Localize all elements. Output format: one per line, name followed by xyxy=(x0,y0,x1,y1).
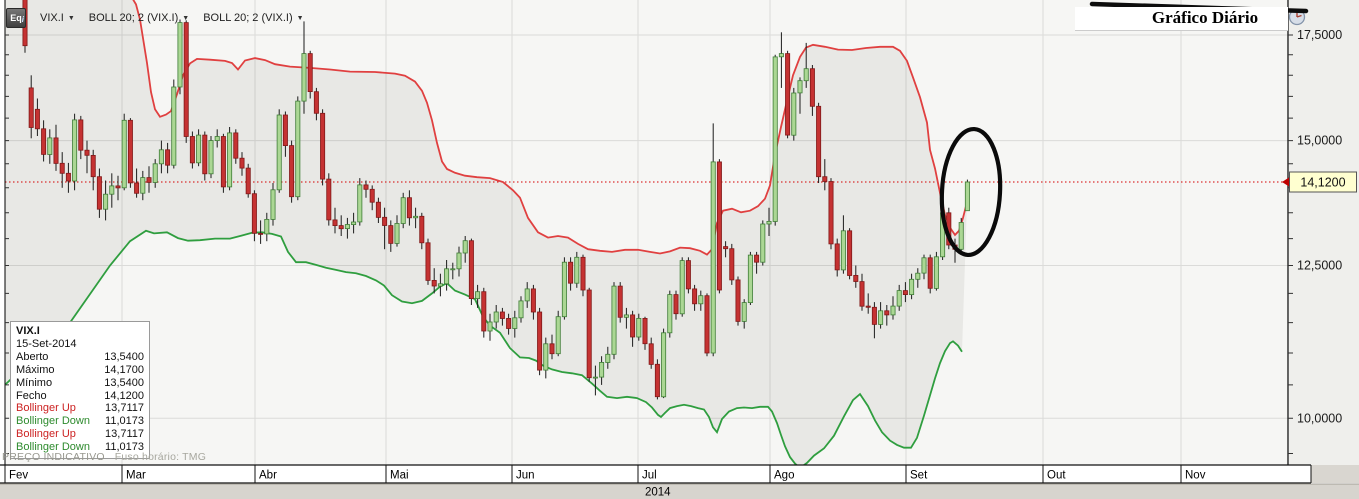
page-title: Gráfico Diário xyxy=(1151,8,1259,27)
y-axis-label: 12,5000 xyxy=(1297,259,1342,273)
tooltip-row: Mínimo 13,5400 xyxy=(16,376,144,389)
instrument-label: VIX.I xyxy=(40,12,64,24)
y-axis-label: 10,0000 xyxy=(1297,411,1342,425)
chevron-down-icon: ▼ xyxy=(182,14,190,22)
svg-text:14,1200: 14,1200 xyxy=(1300,176,1345,190)
tooltip-row: Fecho 14,1200 xyxy=(16,389,144,402)
chart-window: 17,5000 15,0000 12,5000 10,0000 Fev Mar Abr Mai… xyxy=(0,0,1359,499)
y-axis-label: 17,5000 xyxy=(1297,28,1342,42)
tooltip-rows: Aberto 13,5400 Máximo 14,1700 Mínimo 13,5400 F… xyxy=(16,351,144,454)
month-label: Out xyxy=(1047,470,1066,482)
month-label: Jun xyxy=(516,470,535,482)
tooltip-row: Máximo 14,1700 xyxy=(16,363,144,376)
tooltip-date: 15-Set-2014 xyxy=(16,337,77,350)
chart-toolbar: Eq i VIX.I ▼ BOLL 20; 2 (VIX.I) ▼ BOLL 2… xyxy=(6,8,304,28)
indicator1-label: BOLL 20; 2 (VIX.I) xyxy=(88,12,179,24)
tooltip-row: Bollinger Down 11,0173 xyxy=(16,415,144,428)
month-label: Nov xyxy=(1185,470,1206,482)
tooltip-instrument: VIX.I xyxy=(16,325,40,337)
year-label: 2014 xyxy=(645,487,671,499)
chevron-down-icon: ▼ xyxy=(296,14,304,22)
month-label: Ago xyxy=(774,470,794,482)
month-label: Abr xyxy=(259,470,277,482)
equity-icon[interactable]: Eq i xyxy=(6,8,26,28)
month-label: Mar xyxy=(126,470,146,482)
instrument-dropdown[interactable]: VIX.I ▼ xyxy=(40,12,75,24)
indicator2-dropdown[interactable]: BOLL 20; 2 (VIX.I) ▼ xyxy=(203,12,303,24)
chart-canvas: 17,5000 15,0000 12,5000 10,0000 Fev Mar Abr Mai… xyxy=(0,0,1359,499)
month-label: Fev xyxy=(9,470,28,482)
tooltip-row: Bollinger Up 13,7117 xyxy=(16,428,144,441)
month-axis xyxy=(5,465,1311,483)
last-price-tag: 14,1200 xyxy=(1289,171,1357,193)
tooltip-row: Aberto 13,5400 xyxy=(16,350,144,363)
month-label: Set xyxy=(910,470,928,482)
timezone-label: Fuso horário: TMG xyxy=(114,451,207,463)
quote-tooltip: VIX.I 15-Set-2014 Aberto 13,5400 Máximo 14,… xyxy=(10,321,150,460)
y-axis-label: 15,0000 xyxy=(1297,134,1342,148)
year-strip xyxy=(0,484,1359,499)
chevron-down-icon: ▼ xyxy=(67,14,75,22)
month-label: Jul xyxy=(642,470,657,482)
indicator1-dropdown[interactable]: BOLL 20; 2 (VIX.I) ▼ xyxy=(89,12,189,24)
tooltip-row: Bollinger Up 13,7117 xyxy=(16,402,144,415)
month-label: Mai xyxy=(390,470,409,482)
indicator2-label: BOLL 20; 2 (VIX.I) xyxy=(203,12,293,24)
indicative-price-notice: PREÇO INDICATIVO Fuso horário: TMG xyxy=(2,451,207,463)
